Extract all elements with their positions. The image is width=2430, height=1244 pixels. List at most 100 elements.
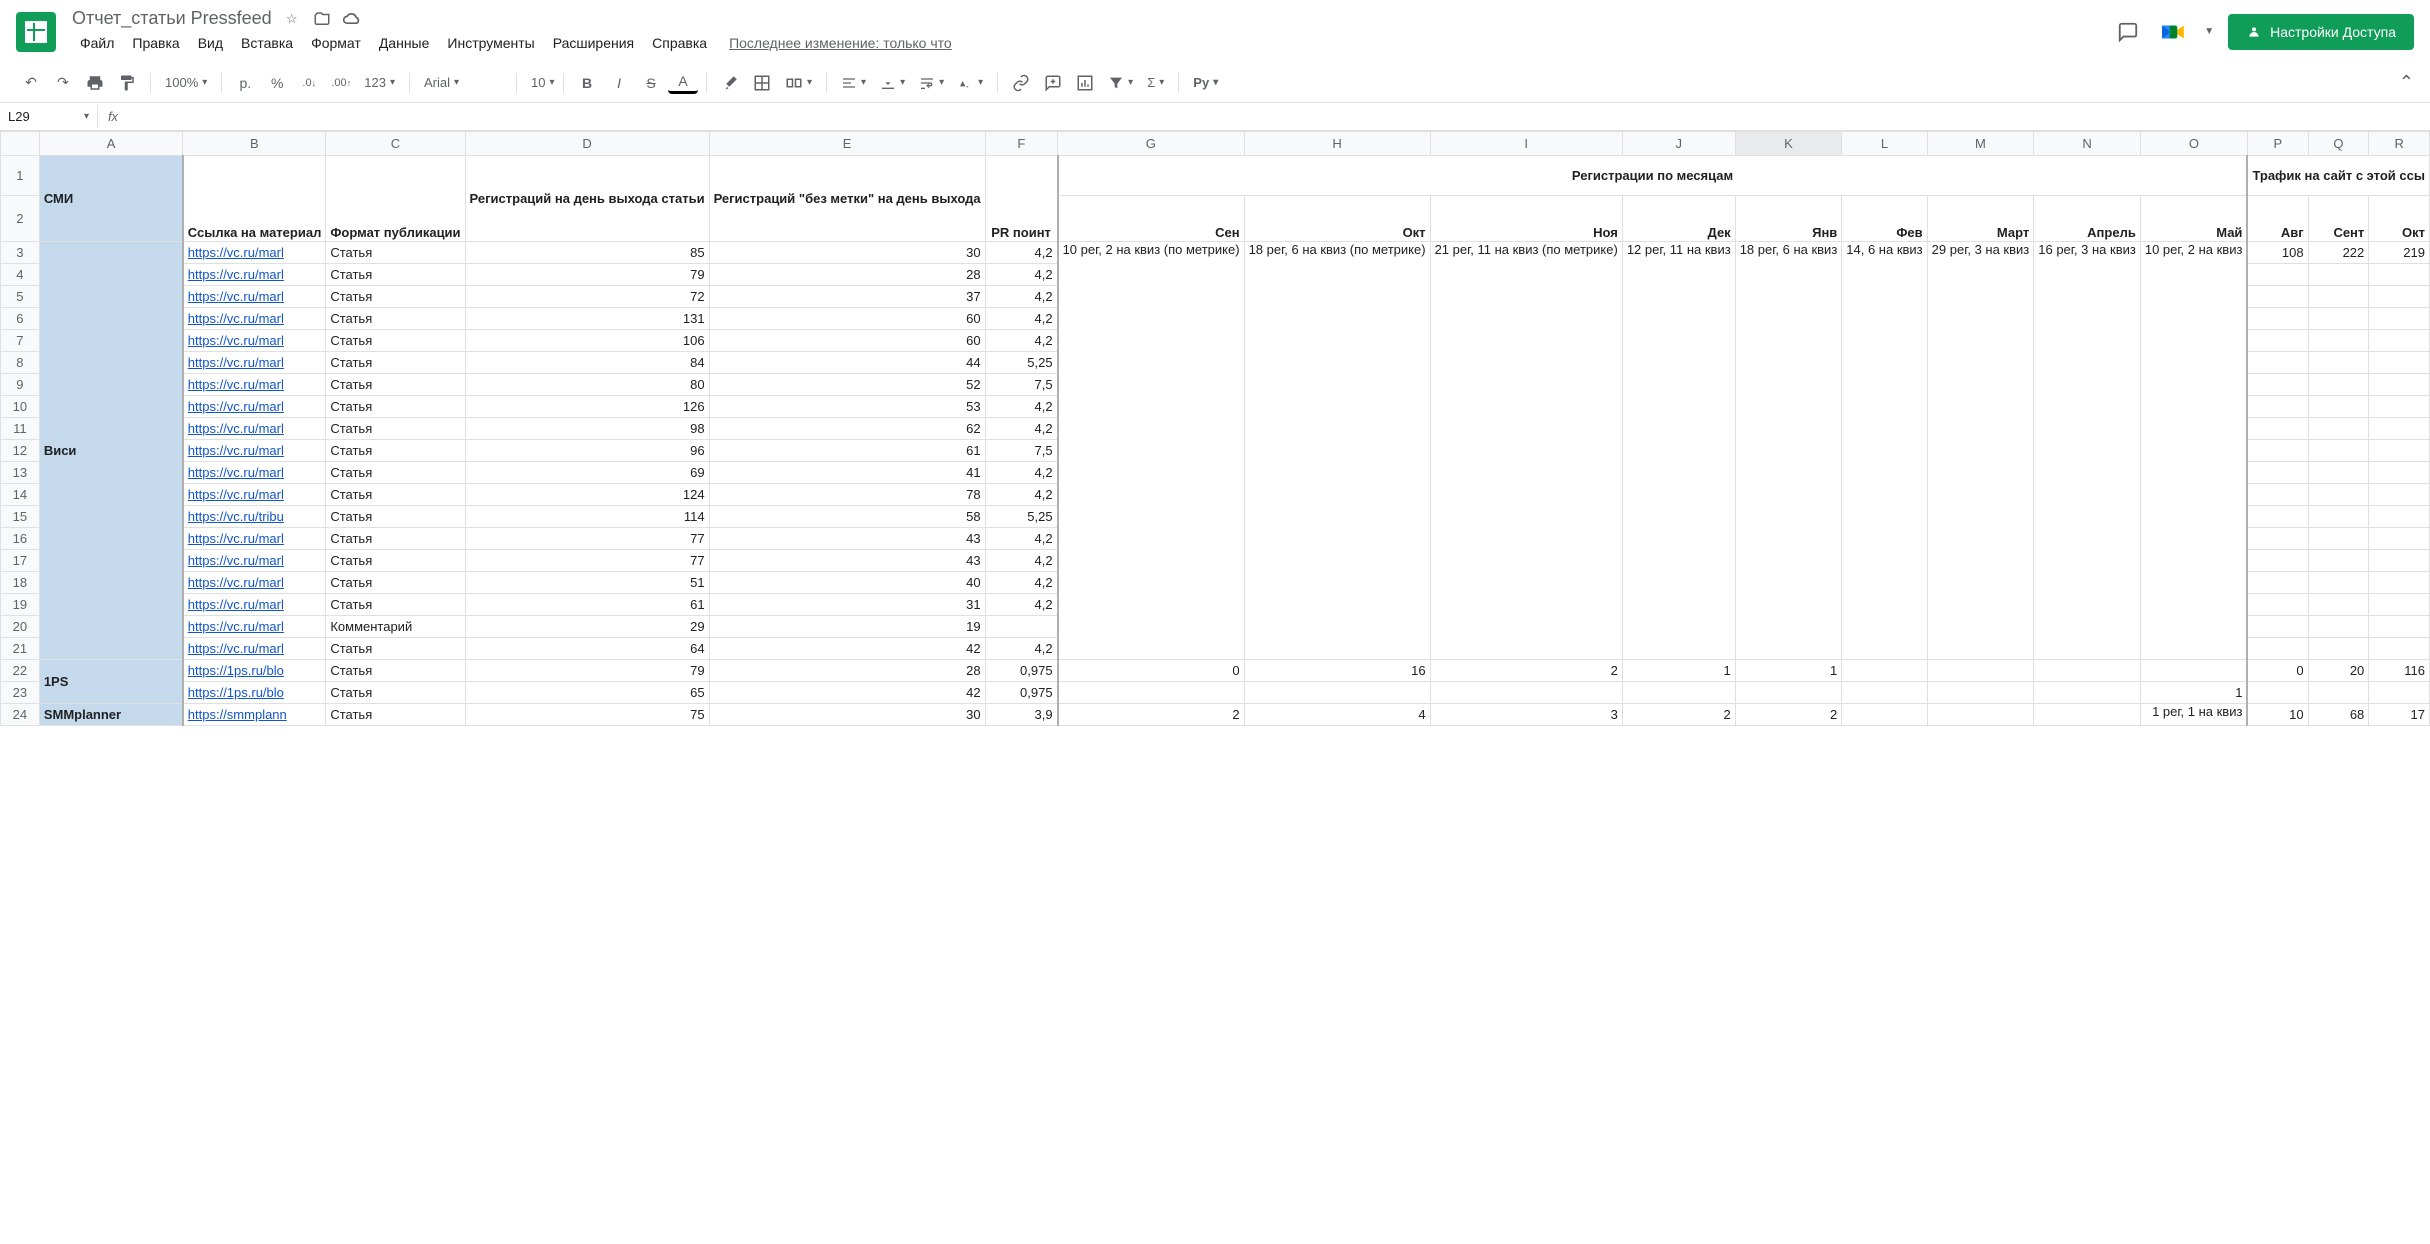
meet-icon[interactable] (2156, 15, 2190, 49)
cell[interactable] (2247, 330, 2308, 352)
cell[interactable] (2247, 352, 2308, 374)
cell[interactable] (2247, 396, 2308, 418)
cell[interactable]: 78 (709, 484, 985, 506)
cell[interactable]: https://vc.ru/marl (183, 572, 326, 594)
row-header[interactable]: 5 (1, 286, 40, 308)
cell[interactable]: 52 (709, 374, 985, 396)
text-rotate-icon[interactable]: ▾ (952, 71, 989, 95)
cell[interactable] (2247, 264, 2308, 286)
cell[interactable] (1927, 682, 2034, 704)
cell[interactable]: Виси (39, 242, 182, 660)
row-header[interactable]: 12 (1, 440, 40, 462)
sheets-icon[interactable] (16, 12, 56, 52)
cell[interactable]: 4,2 (985, 418, 1057, 440)
bold-icon[interactable]: B (572, 68, 602, 98)
cell[interactable]: 219 (2369, 242, 2430, 264)
col-header[interactable]: D (465, 132, 709, 156)
cell[interactable] (1927, 704, 2034, 726)
cell[interactable]: 4,2 (985, 264, 1057, 286)
cell[interactable]: Янв (1735, 196, 1842, 242)
cell[interactable] (1430, 682, 1622, 704)
cell[interactable]: Статья (326, 528, 465, 550)
comment-history-icon[interactable] (2114, 18, 2142, 46)
cell[interactable]: Регистраций на день выхода статьи (465, 156, 709, 242)
cell[interactable]: 5,25 (985, 506, 1057, 528)
cell[interactable]: 116 (2369, 660, 2430, 682)
cell[interactable] (2308, 308, 2369, 330)
cell[interactable]: 31 (709, 594, 985, 616)
row-header[interactable]: 4 (1, 264, 40, 286)
cell[interactable]: Статья (326, 638, 465, 660)
col-header[interactable]: G (1058, 132, 1245, 156)
cell[interactable]: Статья (326, 330, 465, 352)
cell[interactable]: 4,2 (985, 308, 1057, 330)
cell[interactable]: Статья (326, 264, 465, 286)
cell[interactable] (2369, 484, 2430, 506)
cell[interactable] (2308, 264, 2369, 286)
cell[interactable] (2140, 660, 2247, 682)
cell[interactable]: 96 (465, 440, 709, 462)
col-header[interactable]: E (709, 132, 985, 156)
cell[interactable] (2308, 440, 2369, 462)
cell[interactable] (2308, 330, 2369, 352)
col-header[interactable]: Q (2308, 132, 2369, 156)
cell[interactable] (2369, 374, 2430, 396)
cell[interactable]: 77 (465, 528, 709, 550)
cell[interactable] (2247, 616, 2308, 638)
col-header[interactable]: O (2140, 132, 2247, 156)
cell[interactable] (2034, 682, 2141, 704)
cell[interactable]: Статья (326, 506, 465, 528)
cell[interactable]: 44 (709, 352, 985, 374)
cell[interactable]: 20 (2308, 660, 2369, 682)
cell[interactable] (2369, 594, 2430, 616)
cell[interactable]: 21 рег, 11 на квиз (по метрике) (1430, 242, 1622, 660)
cell[interactable]: 68 (2308, 704, 2369, 726)
cell[interactable]: 43 (709, 550, 985, 572)
cell[interactable]: Статья (326, 484, 465, 506)
cell[interactable] (2034, 660, 2141, 682)
share-button[interactable]: Настройки Доступа (2228, 14, 2414, 50)
cell[interactable] (1622, 682, 1735, 704)
cell[interactable]: 16 рег, 3 на квиз (2034, 242, 2141, 660)
row-header[interactable]: 3 (1, 242, 40, 264)
cell[interactable]: 4,2 (985, 484, 1057, 506)
undo-icon[interactable]: ↶ (16, 68, 46, 98)
cell[interactable]: https://vc.ru/marl (183, 418, 326, 440)
cell[interactable]: 4,2 (985, 572, 1057, 594)
filter-icon[interactable]: ▾ (1102, 71, 1139, 95)
cell[interactable]: Статья (326, 704, 465, 726)
cell[interactable]: Статья (326, 374, 465, 396)
col-header[interactable]: N (2034, 132, 2141, 156)
row-header[interactable]: 8 (1, 352, 40, 374)
cell[interactable]: https://vc.ru/marl (183, 286, 326, 308)
cell[interactable]: https://vc.ru/marl (183, 550, 326, 572)
cell[interactable]: 7,5 (985, 440, 1057, 462)
cell[interactable]: 61 (465, 594, 709, 616)
col-header[interactable]: A (39, 132, 182, 156)
cell[interactable]: 222 (2308, 242, 2369, 264)
cell[interactable] (2369, 352, 2430, 374)
cell[interactable]: 4,2 (985, 528, 1057, 550)
menu-tools[interactable]: Инструменты (439, 31, 542, 55)
cell[interactable]: 0 (2247, 660, 2308, 682)
cell[interactable]: 1PS (39, 660, 182, 704)
cell[interactable]: 42 (709, 638, 985, 660)
cell[interactable]: 3 (1430, 704, 1622, 726)
cell[interactable]: 29 (465, 616, 709, 638)
h-align-icon[interactable]: ▾ (835, 71, 872, 95)
cell[interactable] (2308, 572, 2369, 594)
cell[interactable]: 10 рег, 2 на квиз (по метрике) (1058, 242, 1245, 660)
cell[interactable]: Март (1927, 196, 2034, 242)
cell[interactable]: 4,2 (985, 594, 1057, 616)
star-icon[interactable]: ☆ (282, 9, 302, 29)
cell[interactable]: Фев (1842, 196, 1927, 242)
insert-comment-icon[interactable] (1038, 68, 1068, 98)
cell[interactable] (2308, 286, 2369, 308)
cell[interactable] (2308, 462, 2369, 484)
menu-insert[interactable]: Вставка (233, 31, 301, 55)
percent-format[interactable]: % (262, 68, 292, 98)
cell[interactable]: 77 (465, 550, 709, 572)
cell[interactable]: 7,5 (985, 374, 1057, 396)
cell[interactable]: 0,975 (985, 660, 1057, 682)
cell[interactable]: 1 (2140, 682, 2247, 704)
